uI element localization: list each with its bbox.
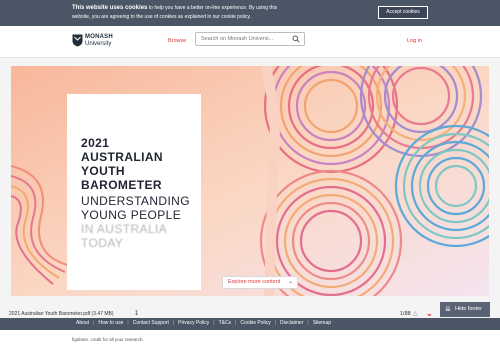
download-icon[interactable]: ↧ <box>134 310 139 317</box>
explore-more-button[interactable]: Explore more content ⌄ <box>222 276 298 289</box>
pdf-page-cover: 2021 AUSTRALIAN YOUTH BAROMETER UNDERSTA… <box>11 66 489 296</box>
pdf-toolbar: 2021 Australian Youth Barometer.pdf (3.4… <box>0 302 500 318</box>
previous-page-icon[interactable]: △ <box>413 310 418 317</box>
cookie-text-line1: to help you have a better on-line experi… <box>148 5 278 11</box>
footer-link-disclaimer[interactable]: Disclaimer <box>276 320 307 326</box>
search-input[interactable] <box>201 34 289 44</box>
accept-cookies-button[interactable]: Accept cookies <box>378 6 428 19</box>
page-count: 1/88 <box>400 311 411 317</box>
cover-subtitle-line: YOUNG PEOPLE <box>81 208 182 222</box>
site-header: MONASH University Browse Log in <box>0 26 500 58</box>
cookie-text-line2: website, you are agreeing to the use of … <box>72 14 251 20</box>
chevrons-down-icon: ⇊ <box>445 306 451 313</box>
footer-links: About | How to use | Contact Support | Priv… <box>72 320 335 326</box>
figshare-credit: figshare. credit for all your research. <box>72 337 144 342</box>
footer-link-privacy-policy[interactable]: Privacy Policy <box>174 320 213 326</box>
cover-title-card: 2021 AUSTRALIAN YOUTH BAROMETER UNDERSTA… <box>67 94 201 290</box>
footer-link-about[interactable]: About <box>72 320 93 326</box>
next-page-icon[interactable]: ⌄ <box>426 309 433 318</box>
cookie-banner: This website uses cookies to help you ha… <box>0 0 500 26</box>
logo-text-university: University <box>85 41 112 47</box>
cover-subtitle-line: IN AUSTRALIA <box>81 222 168 236</box>
cover-title-line: BAROMETER <box>81 178 162 192</box>
search-icon[interactable] <box>292 35 300 43</box>
cover-title-line: AUSTRALIAN <box>81 150 163 164</box>
cover-title-line: YOUTH <box>81 164 125 178</box>
search-box <box>195 32 305 46</box>
hide-footer-button[interactable]: ⇊ Hide footer <box>440 302 490 317</box>
hide-footer-label: Hide footer <box>455 306 482 312</box>
site-footer: About | How to use | Contact Support | Priv… <box>0 318 500 330</box>
pdf-viewer: 2021 AUSTRALIAN YOUTH BAROMETER UNDERSTA… <box>0 58 500 318</box>
monash-logo[interactable]: MONASH University <box>72 33 120 51</box>
explore-label: Explore more content <box>228 279 281 285</box>
footer-link-terms[interactable]: T&Cs <box>215 320 236 326</box>
cover-subtitle-line: UNDERSTANDING <box>81 194 190 208</box>
file-name: 2021 Australian Youth Barometer.pdf (3.4… <box>9 311 114 317</box>
footer-link-sitemap[interactable]: Sitemap <box>309 320 335 326</box>
cover-subtitle-line: TODAY <box>81 236 124 250</box>
footer-link-cookie-policy[interactable]: Cookie Policy <box>236 320 274 326</box>
cookie-heading: This website uses cookies <box>72 5 148 11</box>
cookie-message: This website uses cookies to help you ha… <box>72 4 302 22</box>
chevron-down-icon: ⌄ <box>287 279 293 285</box>
logo-text-monash: MONASH <box>85 34 113 40</box>
browse-link[interactable]: Browse <box>168 38 186 44</box>
monash-crest-icon <box>72 34 83 47</box>
footer-link-contact-support[interactable]: Contact Support <box>129 320 173 326</box>
footer-link-how-to-use[interactable]: How to use <box>94 320 127 326</box>
login-link[interactable]: Log in <box>407 38 422 44</box>
cover-title-line: 2021 <box>81 136 110 150</box>
